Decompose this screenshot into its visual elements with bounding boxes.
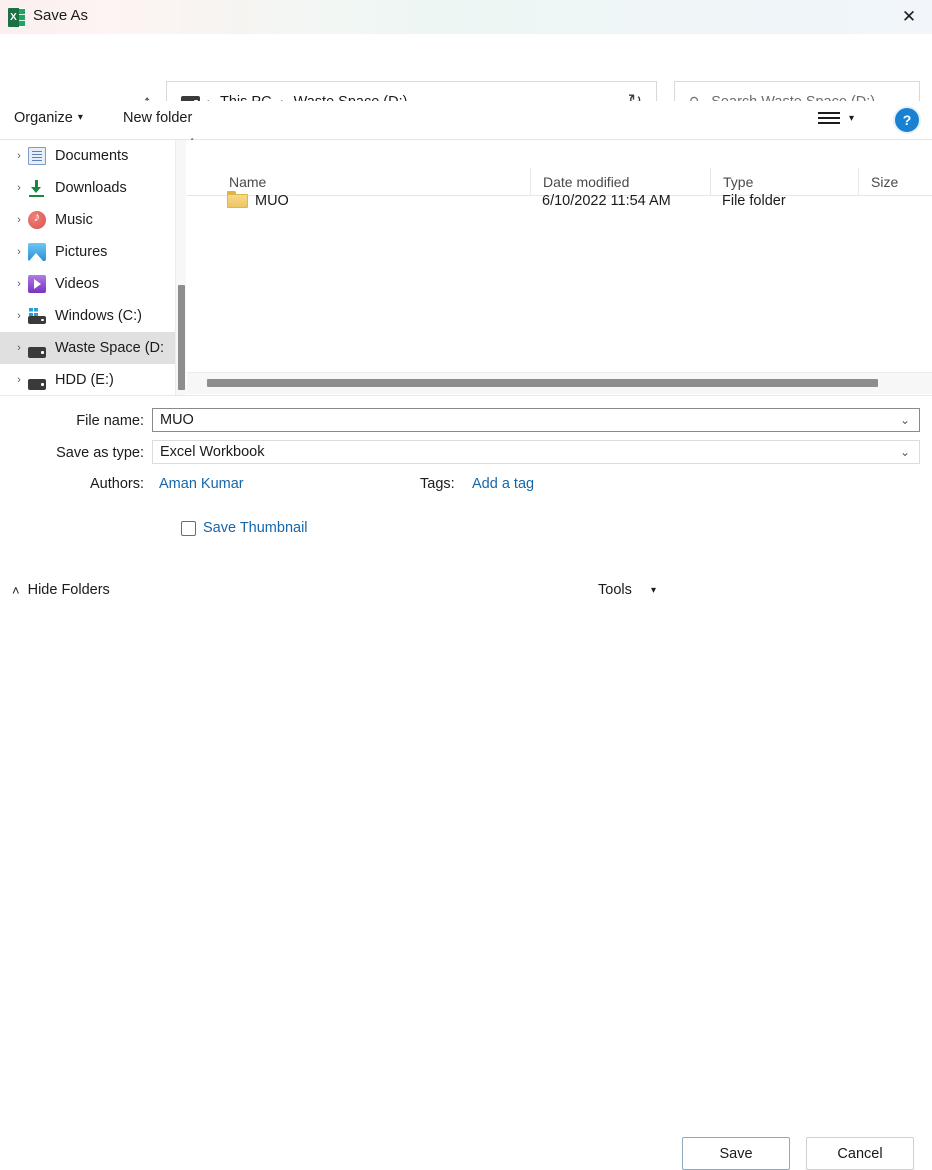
navigation-bar: ← → ⌄ ↑ › This PC › Waste Space (D:) ⌄ ↻… — [0, 34, 932, 101]
organize-label: Organize — [14, 110, 73, 126]
file-list: Name Date modified Type Size MUO 6/10/20… — [187, 140, 932, 395]
save-thumbnail-label[interactable]: Save Thumbnail — [203, 520, 308, 536]
file-date-cell: 6/10/2022 11:54 AM — [542, 185, 671, 217]
sidebar-item-label: Videos — [55, 276, 99, 292]
sidebar-item-label: Documents — [55, 148, 128, 164]
close-icon[interactable]: ✕ — [886, 0, 932, 34]
chevron-down-icon[interactable]: ⌄ — [900, 445, 910, 459]
music-icon — [28, 211, 46, 229]
chevron-right-icon[interactable]: › — [10, 310, 28, 322]
sidebar-item-waste-space-d[interactable]: › Waste Space (D: — [0, 332, 175, 364]
sidebar-item-videos[interactable]: › Videos — [0, 268, 175, 300]
chevron-right-icon[interactable]: › — [10, 182, 28, 194]
authors-label: Authors: — [20, 476, 144, 492]
title-bar: X Save As ✕ — [0, 0, 932, 34]
sidebar-item-pictures[interactable]: › Pictures — [0, 236, 175, 268]
table-row[interactable]: MUO 6/10/2022 11:54 AM File folder — [187, 185, 932, 217]
list-view-icon[interactable] — [818, 112, 840, 130]
sidebar: › Documents › Downloads › Music › Pictur… — [0, 140, 175, 395]
windows-drive-icon — [28, 308, 46, 324]
sidebar-item-label: Windows (C:) — [55, 308, 142, 324]
save-as-type-select[interactable]: Excel Workbook ⌄ — [152, 440, 920, 464]
chevron-right-icon[interactable]: › — [10, 214, 28, 226]
sidebar-item-hdd-e[interactable]: › HDD (E:) — [0, 364, 175, 395]
add-a-tag-link[interactable]: Add a tag — [472, 476, 534, 492]
toolbar: Organize ▾ New folder ▾ — [0, 101, 932, 140]
sidebar-item-label: HDD (E:) — [55, 372, 114, 388]
sidebar-scrollbar[interactable] — [175, 140, 186, 395]
help-icon[interactable]: ? — [895, 108, 919, 132]
organize-button[interactable]: Organize ▾ — [14, 110, 83, 126]
window-title: Save As — [33, 7, 88, 24]
chevron-right-icon[interactable]: › — [10, 374, 28, 386]
sidebar-item-windows-c[interactable]: › Windows (C:) — [0, 300, 175, 332]
chevron-right-icon[interactable]: › — [10, 278, 28, 290]
sidebar-item-label: Downloads — [55, 180, 127, 196]
chevron-down-icon[interactable]: ▾ — [849, 113, 854, 124]
file-name-input[interactable]: MUO ⌄ — [152, 408, 920, 432]
save-as-type-label: Save as type: — [20, 445, 144, 461]
file-name-label: File name: — [20, 413, 144, 429]
sidebar-item-label: Music — [55, 212, 93, 228]
save-form: File name: MUO ⌄ Save as type: Excel Wor… — [0, 395, 932, 563]
drive-icon — [28, 347, 46, 358]
file-list-horizontal-scrollbar[interactable] — [187, 372, 932, 394]
save-button[interactable]: Save — [682, 1137, 790, 1170]
file-type-cell: File folder — [722, 185, 786, 217]
excel-icon: X — [8, 8, 25, 27]
tags-label: Tags: — [420, 476, 455, 492]
drive-icon — [28, 379, 46, 390]
save-as-type-value: Excel Workbook — [153, 444, 265, 460]
authors-value[interactable]: Aman Kumar — [159, 476, 244, 492]
folder-icon — [227, 191, 248, 208]
sidebar-item-label: Pictures — [55, 244, 107, 260]
videos-icon — [28, 275, 46, 293]
new-folder-button[interactable]: New folder — [123, 110, 192, 126]
sidebar-scrollbar-thumb[interactable] — [178, 285, 185, 390]
hide-folders-label: Hide Folders — [28, 582, 110, 598]
downloads-icon — [28, 179, 46, 197]
pictures-icon — [28, 243, 46, 261]
file-list-scrollbar-thumb[interactable] — [207, 379, 878, 387]
sidebar-item-documents[interactable]: › Documents — [0, 140, 175, 172]
cancel-button[interactable]: Cancel — [806, 1137, 914, 1170]
sidebar-item-music[interactable]: › Music — [0, 204, 175, 236]
chevron-down-icon[interactable]: ⌄ — [900, 413, 910, 427]
chevron-down-icon: ▾ — [78, 112, 83, 123]
tools-button[interactable]: Tools — [598, 582, 632, 598]
chevron-down-icon[interactable]: ▾ — [651, 585, 656, 596]
chevron-right-icon[interactable]: › — [10, 342, 28, 354]
documents-icon — [28, 147, 46, 165]
file-name-cell: MUO — [255, 185, 289, 217]
chevron-right-icon[interactable]: › — [10, 150, 28, 162]
dialog-footer: ˄ Hide Folders Tools ▾ Save Cancel — [0, 563, 932, 617]
file-name-value: MUO — [153, 412, 194, 428]
chevron-up-icon: ˄ — [12, 583, 20, 598]
save-thumbnail-checkbox[interactable] — [181, 521, 196, 536]
sidebar-item-downloads[interactable]: › Downloads — [0, 172, 175, 204]
hide-folders-button[interactable]: ˄ Hide Folders — [12, 582, 110, 598]
chevron-right-icon[interactable]: › — [10, 246, 28, 258]
sidebar-item-label: Waste Space (D: — [55, 340, 164, 356]
